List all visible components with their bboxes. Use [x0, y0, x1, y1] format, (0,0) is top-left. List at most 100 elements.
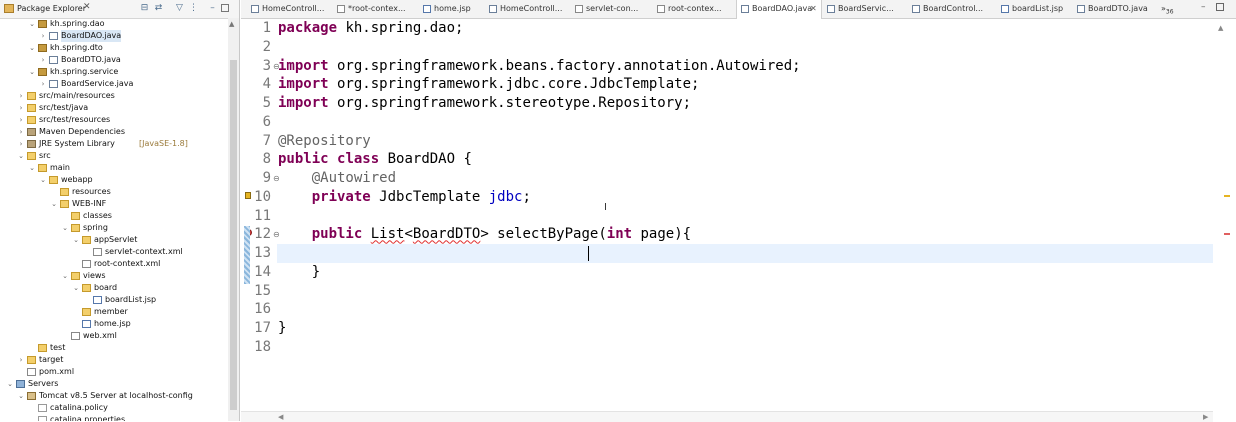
- chevron-right-icon[interactable]: ›: [39, 30, 47, 42]
- tree-item[interactable]: boardList.jsp: [0, 294, 228, 306]
- tree-item[interactable]: › src/main/resources: [0, 90, 228, 102]
- tree-item[interactable]: root-context.xml: [0, 258, 228, 270]
- editor-tab[interactable]: HomeControll...: [247, 0, 327, 18]
- tree-item[interactable]: catalina.policy: [0, 402, 228, 414]
- editor-tab[interactable]: HomeControll...: [485, 0, 565, 18]
- chevron-right-icon[interactable]: ›: [17, 102, 25, 114]
- tree-item[interactable]: ⌄ views: [0, 270, 228, 282]
- tree-item[interactable]: test: [0, 342, 228, 354]
- chevron-down-icon[interactable]: ⌄: [72, 282, 80, 294]
- chevron-right-icon[interactable]: ›: [39, 78, 47, 90]
- chevron-down-icon[interactable]: ⌄: [39, 174, 47, 186]
- view-menu-icon[interactable]: ⋮: [188, 3, 199, 14]
- tree-item[interactable]: ⌄ webapp: [0, 174, 228, 186]
- tree-item[interactable]: › BoardDTO.java: [0, 54, 228, 66]
- chevron-right-icon[interactable]: ›: [17, 126, 25, 138]
- scrollbar-thumb[interactable]: [230, 60, 237, 410]
- tree-item[interactable]: web.xml: [0, 330, 228, 342]
- code-annotation: @Repository: [278, 132, 371, 149]
- tree-item[interactable]: ⌄ Servers: [0, 378, 228, 390]
- chevron-down-icon[interactable]: ⌄: [72, 234, 80, 246]
- tree-item[interactable]: ⌄ src: [0, 150, 228, 162]
- code-line[interactable]: @Repository: [278, 132, 371, 151]
- tree-item[interactable]: › BoardService.java: [0, 78, 228, 90]
- warning-marker-icon[interactable]: [245, 192, 251, 199]
- code-line[interactable]: import org.springframework.stereotype.Re…: [278, 94, 691, 113]
- chevron-right-icon[interactable]: ›: [17, 138, 25, 150]
- tree-item[interactable]: ⌄ spring: [0, 222, 228, 234]
- chevron-right-icon[interactable]: ›: [17, 354, 25, 366]
- code-line[interactable]: }: [278, 263, 320, 282]
- chevron-down-icon[interactable]: ⌄: [61, 270, 69, 282]
- maximize-editor-icon[interactable]: [1216, 3, 1224, 11]
- code-line[interactable]: public class BoardDAO {: [278, 150, 472, 169]
- code-line[interactable]: import org.springframework.jdbc.core.Jdb…: [278, 75, 699, 94]
- editor-tab[interactable]: BoardServic...: [823, 0, 903, 18]
- chevron-down-icon[interactable]: ⌄: [17, 150, 25, 162]
- tree-scrollbar[interactable]: ▲: [228, 18, 239, 421]
- tree-item[interactable]: ⌄ main: [0, 162, 228, 174]
- tree-item[interactable]: member: [0, 306, 228, 318]
- tree-item[interactable]: classes: [0, 210, 228, 222]
- tree-item[interactable]: resources: [0, 186, 228, 198]
- maximize-view-icon[interactable]: [221, 4, 229, 12]
- chevron-down-icon[interactable]: ⌄: [28, 66, 36, 78]
- tree-item[interactable]: ⌄ Tomcat v8.5 Server at localhost-config: [0, 390, 228, 402]
- chevron-down-icon[interactable]: ⌄: [50, 198, 58, 210]
- tree-item[interactable]: home.jsp: [0, 318, 228, 330]
- chevron-right-icon[interactable]: ›: [17, 114, 25, 126]
- code-line[interactable]: import org.springframework.beans.factory…: [278, 57, 801, 76]
- collapse-all-icon[interactable]: ⊟: [139, 3, 150, 14]
- code-line[interactable]: private JdbcTemplate jdbc;: [278, 188, 531, 207]
- chevron-down-icon[interactable]: ⌄: [61, 222, 69, 234]
- tree-item[interactable]: ⌄ kh.spring.dto: [0, 42, 228, 54]
- scroll-up-icon[interactable]: ▲: [229, 20, 234, 28]
- tree-item[interactable]: › Maven Dependencies: [0, 126, 228, 138]
- chevron-down-icon[interactable]: ⌄: [28, 42, 36, 54]
- tree-item[interactable]: ⌄ appServlet: [0, 234, 228, 246]
- filter-icon[interactable]: ▽: [174, 3, 185, 14]
- tree-item[interactable]: › src/test/java: [0, 102, 228, 114]
- editor-tab[interactable]: *root-contex...: [333, 0, 413, 18]
- minimize-view-icon[interactable]: –: [207, 3, 218, 14]
- tree-item[interactable]: ⌄ board: [0, 282, 228, 294]
- tree-item[interactable]: › JRE System Library [JavaSE-1.8]: [0, 138, 228, 150]
- tree-item[interactable]: › src/test/resources: [0, 114, 228, 126]
- close-view-icon[interactable]: ✕: [83, 2, 91, 12]
- close-tab-icon[interactable]: ✕: [810, 0, 817, 18]
- chevron-down-icon[interactable]: ⌄: [6, 378, 14, 390]
- tree-item[interactable]: › target: [0, 354, 228, 366]
- editor-tab[interactable]: servlet-con...: [571, 0, 651, 18]
- link-with-editor-icon[interactable]: ⇄: [153, 3, 164, 14]
- editor-tab[interactable]: BoardControl...: [908, 0, 988, 18]
- tree-item[interactable]: ⌄ WEB-INF: [0, 198, 228, 210]
- overview-ruler[interactable]: [1213, 19, 1236, 411]
- code-line[interactable]: package kh.spring.dao;: [278, 19, 463, 38]
- editor-tab[interactable]: BoardDTO.java: [1073, 0, 1153, 18]
- tree-item[interactable]: servlet-context.xml: [0, 246, 228, 258]
- overview-warning-mark[interactable]: [1224, 195, 1230, 197]
- chevron-down-icon[interactable]: ⌄: [28, 18, 36, 30]
- code-line[interactable]: }: [278, 319, 286, 338]
- scroll-up-icon[interactable]: ▲: [1218, 24, 1223, 32]
- code-line[interactable]: @Autowired: [278, 169, 396, 188]
- horizontal-scrollbar[interactable]: ◀ ▶: [241, 411, 1213, 422]
- editor-tab[interactable]: root-contex...: [653, 0, 733, 18]
- tree-item[interactable]: ⌄ kh.spring.dao: [0, 18, 228, 30]
- overview-error-mark[interactable]: [1224, 233, 1230, 235]
- tree-item[interactable]: catalina.properties: [0, 414, 228, 421]
- chevron-down-icon[interactable]: ⌄: [28, 162, 36, 174]
- editor-tab[interactable]: BoardDAO.java ✕: [736, 0, 822, 19]
- minimize-editor-icon[interactable]: –: [1201, 3, 1210, 12]
- tree-item[interactable]: ⌄ kh.spring.service: [0, 66, 228, 78]
- code-editor[interactable]: package kh.spring.dao; import org.springf…: [278, 19, 1213, 411]
- chevron-right-icon[interactable]: ›: [39, 54, 47, 66]
- editor-tab[interactable]: boardList.jsp: [997, 0, 1077, 18]
- tree-item[interactable]: pom.xml: [0, 366, 228, 378]
- code-line[interactable]: [278, 244, 345, 263]
- chevron-right-icon[interactable]: ›: [17, 90, 25, 102]
- code-line[interactable]: public List<BoardDTO> selectByPage(int p…: [278, 225, 691, 244]
- view-title[interactable]: Package Explorer: [17, 4, 86, 13]
- chevron-down-icon[interactable]: ⌄: [17, 390, 25, 402]
- tree-item[interactable]: › BoardDAO.java: [0, 30, 228, 42]
